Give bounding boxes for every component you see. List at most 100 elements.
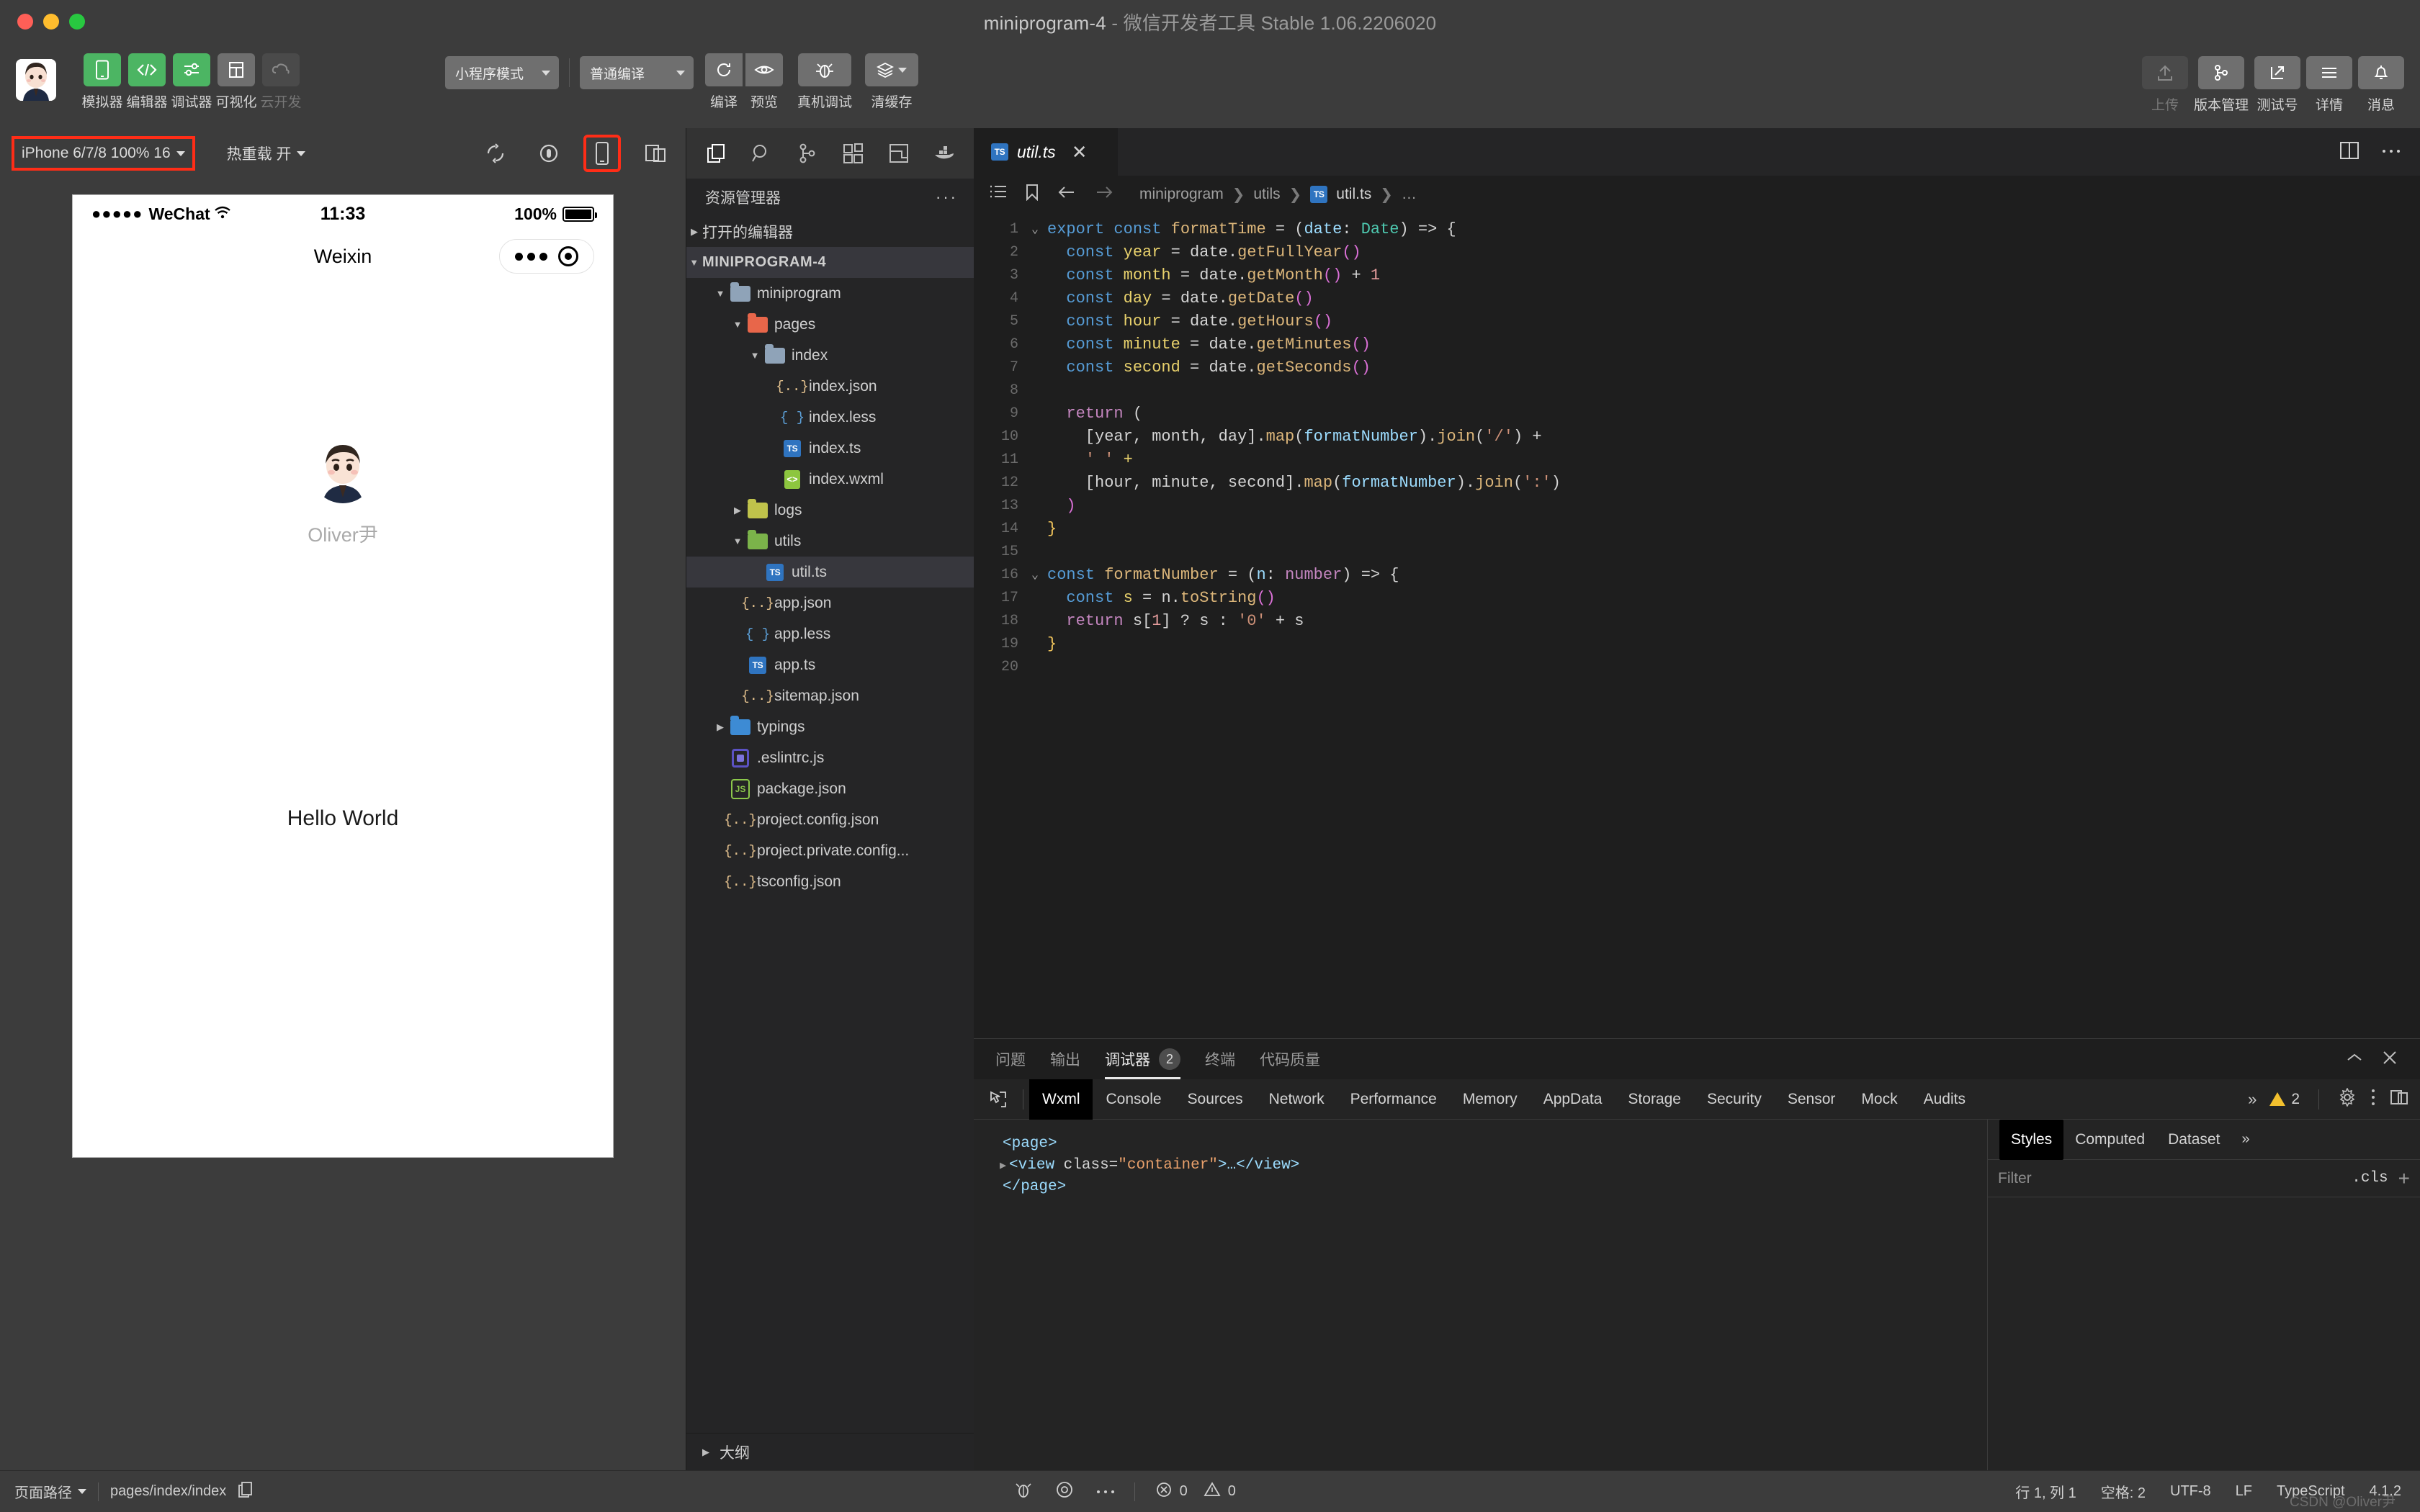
- docker-icon[interactable]: [933, 141, 957, 166]
- more-icon[interactable]: ···: [936, 188, 958, 207]
- outline-icon[interactable]: [990, 184, 1007, 204]
- devtools-tab-wxml[interactable]: Wxml: [1029, 1079, 1093, 1120]
- devtools-tab-console[interactable]: Console: [1093, 1079, 1174, 1120]
- test-account-button[interactable]: 测试号: [2254, 56, 2300, 114]
- gear-icon[interactable]: [2338, 1087, 2357, 1110]
- devtools-warning-badge[interactable]: 2: [2269, 1091, 2300, 1108]
- close-icon[interactable]: ✕: [1072, 141, 1088, 163]
- wxml-line-0[interactable]: <page>: [990, 1133, 1971, 1154]
- overflow-icon[interactable]: »: [2248, 1090, 2257, 1109]
- tree-item-logs[interactable]: ▶ logs: [686, 495, 974, 526]
- split-window-icon[interactable]: [640, 138, 671, 169]
- version-control-button[interactable]: 版本管理: [2194, 56, 2249, 114]
- forward-arrow-icon[interactable]: [1095, 185, 1113, 204]
- breadcrumb-item-3[interactable]: …: [1402, 186, 1417, 203]
- debugger-tab-4[interactable]: 代码质量: [1260, 1039, 1320, 1079]
- encoding[interactable]: UTF-8: [2170, 1483, 2211, 1500]
- devtools-tab-sensor[interactable]: Sensor: [1775, 1079, 1849, 1120]
- more-icon[interactable]: [515, 252, 548, 261]
- debugger-tab-3[interactable]: 终端: [1205, 1039, 1235, 1079]
- compile-mode-select[interactable]: 普通编译: [580, 56, 694, 89]
- tree-item-index-wxml[interactable]: ▶<>index.wxml: [686, 464, 974, 495]
- close-target-icon[interactable]: [557, 246, 578, 266]
- record-circle-icon[interactable]: [1055, 1480, 1074, 1503]
- breadcrumb-item-0[interactable]: miniprogram: [1139, 186, 1224, 203]
- phone-outline-icon[interactable]: [583, 135, 621, 172]
- tree-item-package-json[interactable]: ▶JSpackage.json: [686, 773, 974, 804]
- tree-item-project-private-config-[interactable]: ▶{..}project.private.config...: [686, 835, 974, 866]
- styles-tab-dataset[interactable]: Dataset: [2156, 1125, 2231, 1154]
- code-editor[interactable]: 1 ⌄ export const formatTime = (date: Date)…: [974, 213, 2420, 1038]
- tree-item-sitemap-json[interactable]: ▶{..}sitemap.json: [686, 680, 974, 711]
- tree-item-utils[interactable]: ▼ utils: [686, 526, 974, 557]
- editor-tab-util-ts[interactable]: TS util.ts ✕: [974, 128, 1118, 176]
- device-select[interactable]: iPhone 6/7/8 100% 16: [12, 136, 195, 171]
- breadcrumb-item-2[interactable]: util.ts: [1336, 186, 1371, 203]
- chevron-up-icon[interactable]: [2345, 1051, 2364, 1068]
- debugger-tab-0[interactable]: 问题: [995, 1039, 1026, 1079]
- inspect-element-icon[interactable]: [980, 1090, 1017, 1109]
- tree-item-miniprogram[interactable]: ▼ miniprogram: [686, 278, 974, 309]
- expand-arrow-icon[interactable]: ▶: [1000, 1158, 1006, 1172]
- wxml-tree[interactable]: <page> ▶ <view class= "container" >…</view> <…: [974, 1120, 1988, 1470]
- devtools-tab-performance[interactable]: Performance: [1337, 1079, 1450, 1120]
- styles-filter-input[interactable]: Filter: [1998, 1170, 2341, 1187]
- split-editor-icon[interactable]: [2339, 141, 2360, 163]
- tree-item-app-less[interactable]: ▶{ }app.less: [686, 618, 974, 649]
- back-arrow-icon[interactable]: [1057, 185, 1076, 204]
- styles-overflow-icon[interactable]: »: [2231, 1131, 2259, 1148]
- toolbar-mode-cloud[interactable]: 云开发: [261, 53, 302, 111]
- layout-panel-icon[interactable]: [887, 141, 911, 166]
- toolbar-mode-debugger[interactable]: 调试器: [171, 53, 212, 111]
- tree-item-index-json[interactable]: ▶{..}index.json: [686, 371, 974, 402]
- details-button[interactable]: 详情: [2306, 56, 2352, 114]
- devtools-tab-audits[interactable]: Audits: [1911, 1079, 1978, 1120]
- ellipsis-icon[interactable]: [1095, 1483, 1116, 1500]
- more-icon[interactable]: [2381, 145, 2401, 158]
- clear-cache-button[interactable]: 清缓存: [864, 53, 920, 111]
- tree-item-index-less[interactable]: ▶{ }index.less: [686, 402, 974, 433]
- styles-tab-styles[interactable]: Styles: [1999, 1119, 2064, 1160]
- preview-button[interactable]: 预览: [744, 53, 784, 111]
- devtools-tab-memory[interactable]: Memory: [1450, 1079, 1531, 1120]
- toolbar-mode-editor[interactable]: 编辑器: [127, 53, 168, 111]
- source-control-icon[interactable]: [795, 141, 820, 166]
- tree-item-tsconfig-json[interactable]: ▶{..}tsconfig.json: [686, 866, 974, 897]
- open-editors-row[interactable]: ▶ 打开的编辑器: [686, 216, 974, 247]
- rotate-icon[interactable]: [480, 138, 511, 169]
- messages-button[interactable]: 消息: [2358, 56, 2404, 114]
- project-root-row[interactable]: ▼ MINIPROGRAM-4: [686, 247, 974, 278]
- wxml-line-1[interactable]: ▶ <view class= "container" >…</view>: [990, 1154, 1971, 1176]
- project-mode-select[interactable]: 小程序模式: [445, 56, 559, 89]
- fold-toggle[interactable]: ⌄: [1026, 222, 1044, 237]
- extensions-icon[interactable]: [841, 141, 866, 166]
- outline-section[interactable]: ▶ 大纲: [686, 1433, 974, 1470]
- devtools-tab-security[interactable]: Security: [1694, 1079, 1775, 1120]
- dock-icon[interactable]: [2390, 1089, 2408, 1110]
- line-ending[interactable]: LF: [2236, 1483, 2252, 1500]
- tree-item-pages[interactable]: ▼ pages: [686, 309, 974, 340]
- tree-item-project-config-json[interactable]: ▶{..}project.config.json: [686, 804, 974, 835]
- tree-item-util-ts[interactable]: ▶TSutil.ts: [686, 557, 974, 588]
- phone-user-avatar[interactable]: [311, 440, 375, 503]
- bug-icon[interactable]: [1013, 1480, 1034, 1503]
- tree-item-index-ts[interactable]: ▶TSindex.ts: [686, 433, 974, 464]
- debugger-tab-1[interactable]: 输出: [1050, 1039, 1080, 1079]
- add-style-rule-button[interactable]: +: [2398, 1167, 2410, 1190]
- remote-debug-button[interactable]: 真机调试: [794, 53, 855, 111]
- tree-item-app-ts[interactable]: ▶TSapp.ts: [686, 649, 974, 680]
- devtools-tab-storage[interactable]: Storage: [1615, 1079, 1694, 1120]
- devtools-tab-network[interactable]: Network: [1256, 1079, 1337, 1120]
- copy-icon[interactable]: [238, 1481, 254, 1503]
- toolbar-mode-simulator[interactable]: 模拟器: [82, 53, 123, 111]
- tree-item-index[interactable]: ▼ index: [686, 340, 974, 371]
- hot-reload-select[interactable]: 热重载 开: [227, 143, 305, 164]
- tree-item--eslintrc-js[interactable]: ▶.eslintrc.js: [686, 742, 974, 773]
- compile-button[interactable]: 编译: [704, 53, 744, 111]
- close-icon[interactable]: [2381, 1049, 2398, 1070]
- files-icon[interactable]: [704, 141, 728, 166]
- devtools-tab-appdata[interactable]: AppData: [1531, 1079, 1615, 1120]
- bookmark-icon[interactable]: [1026, 184, 1039, 205]
- upload-button[interactable]: 上传: [2141, 56, 2188, 114]
- tree-item-typings[interactable]: ▶ typings: [686, 711, 974, 742]
